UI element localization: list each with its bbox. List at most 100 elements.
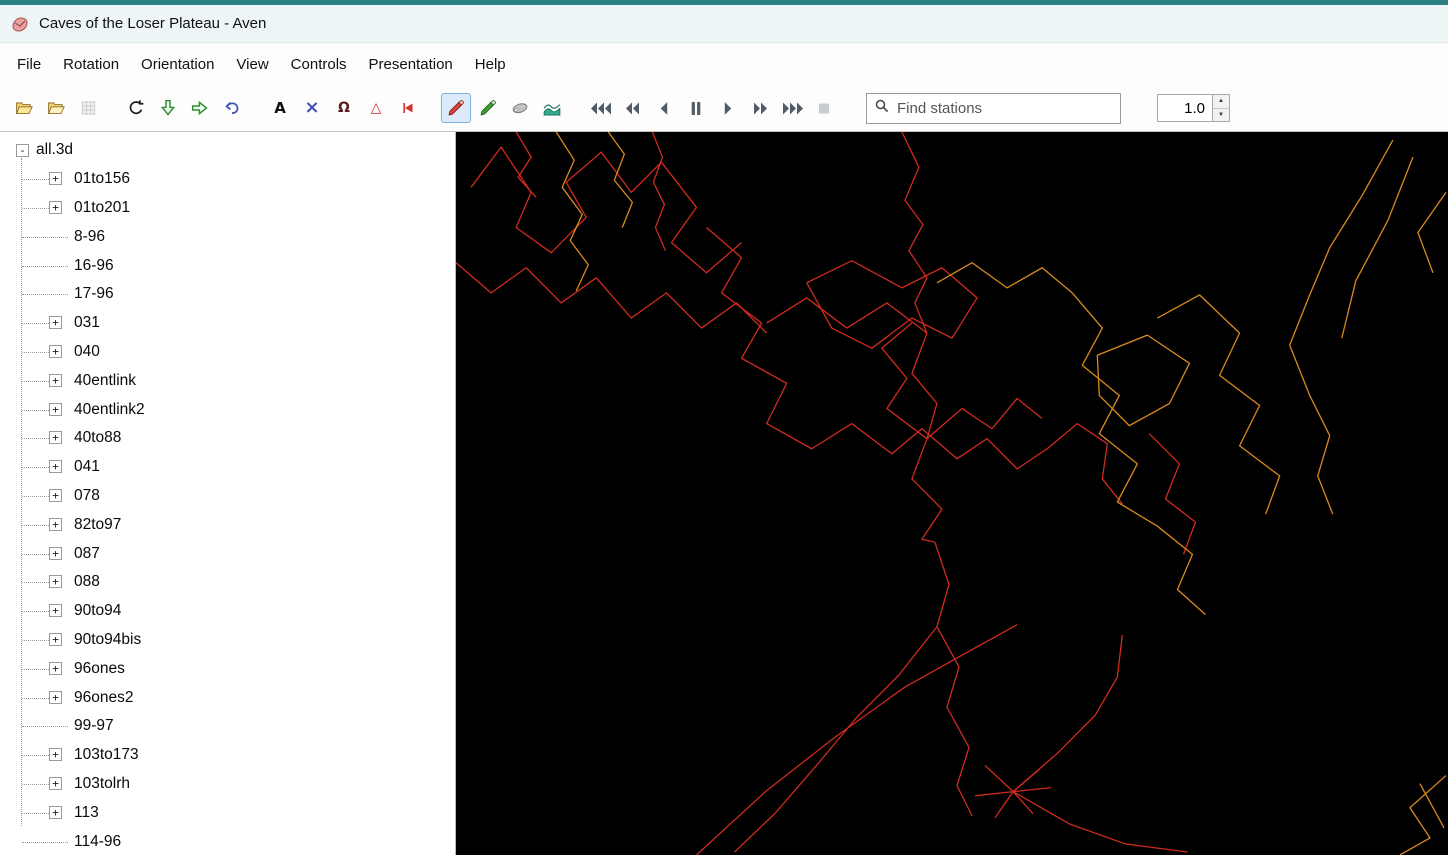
- exported-points-button[interactable]: [393, 93, 423, 123]
- fast-forward-button[interactable]: [745, 93, 775, 123]
- expand-toggle[interactable]: +: [49, 431, 62, 445]
- expand-toggle[interactable]: +: [49, 316, 62, 330]
- scale-input[interactable]: [1157, 94, 1213, 122]
- collapse-toggle[interactable]: -: [16, 143, 29, 157]
- find-stations-input[interactable]: [897, 99, 1113, 117]
- fastest-forward-button[interactable]: [777, 93, 807, 123]
- plan-view-icon: [159, 99, 177, 117]
- toolbar-separator: [104, 93, 120, 123]
- survey-tree-panel[interactable]: - all.3d +01to156 +01to201 8-96 16-96 17-96 +03…: [0, 132, 456, 855]
- menu-rotation[interactable]: Rotation: [52, 50, 130, 79]
- expand-toggle[interactable]: +: [49, 632, 62, 646]
- terrain-button[interactable]: [537, 93, 567, 123]
- expand-toggle[interactable]: +: [49, 805, 62, 819]
- tree-branch-line: [22, 783, 49, 785]
- tree-branch-line: [22, 495, 49, 497]
- tree-item-8-96[interactable]: 8-96: [0, 222, 455, 251]
- tree-item-label: 087: [74, 544, 100, 562]
- tree-item-99-97[interactable]: 99-97: [0, 712, 455, 741]
- tree-item-16-96[interactable]: 16-96: [0, 251, 455, 280]
- expand-toggle[interactable]: +: [49, 200, 62, 214]
- expand-toggle[interactable]: +: [49, 488, 62, 502]
- tree-item-label: 96ones: [74, 659, 125, 677]
- step-back-button[interactable]: [649, 93, 679, 123]
- tree-item-all.3d[interactable]: - all.3d: [0, 136, 455, 165]
- tree-item-031[interactable]: +031: [0, 309, 455, 338]
- tree-item-96ones2[interactable]: +96ones2: [0, 683, 455, 712]
- tree-item-40entlink[interactable]: +40entlink: [0, 366, 455, 395]
- tubes-button[interactable]: [505, 93, 535, 123]
- menu-view[interactable]: View: [225, 50, 279, 79]
- expand-toggle[interactable]: +: [49, 604, 62, 618]
- expand-toggle[interactable]: +: [49, 690, 62, 704]
- survey-leg: [1012, 791, 1188, 853]
- expand-toggle[interactable]: +: [49, 748, 62, 762]
- surface-legs-button[interactable]: [473, 93, 503, 123]
- expand-toggle[interactable]: +: [49, 546, 62, 560]
- plan-view-button[interactable]: [153, 93, 183, 123]
- tree-item-17-96[interactable]: 17-96: [0, 280, 455, 309]
- expand-toggle[interactable]: +: [49, 460, 62, 474]
- elevation-view-button[interactable]: [185, 93, 215, 123]
- open-file-button[interactable]: [9, 93, 39, 123]
- search-icon: [874, 98, 890, 119]
- tree-branch-line: [22, 611, 49, 613]
- survey-leg: [1157, 525, 1206, 616]
- crosses-icon: ×: [304, 97, 320, 118]
- expand-toggle[interactable]: +: [49, 776, 62, 790]
- pause-button[interactable]: [681, 93, 711, 123]
- cave-survey-canvas: [456, 132, 1447, 855]
- station-names-button[interactable]: A: [265, 93, 295, 123]
- app-icon: [10, 14, 30, 34]
- toolbar: A × Ω △ ▲ ▼: [0, 85, 1448, 131]
- tree-item-041[interactable]: +041: [0, 453, 455, 482]
- survey-leg: [1289, 139, 1394, 515]
- menu-presentation[interactable]: Presentation: [358, 50, 464, 79]
- restore-default-view-button[interactable]: [217, 93, 247, 123]
- tree-item-078[interactable]: +078: [0, 482, 455, 511]
- entrances-button[interactable]: Ω: [329, 93, 359, 123]
- fixed-points-button[interactable]: △: [361, 93, 391, 123]
- tree-item-label: 113: [74, 803, 99, 821]
- expand-toggle[interactable]: +: [49, 517, 62, 531]
- tree-item-01to201[interactable]: +01to201: [0, 194, 455, 223]
- tree-item-40to88[interactable]: +40to88: [0, 424, 455, 453]
- tree-item-82to97[interactable]: +82to97: [0, 510, 455, 539]
- tree-item-087[interactable]: +087: [0, 539, 455, 568]
- tree-item-103tolrh[interactable]: +103tolrh: [0, 770, 455, 799]
- expand-toggle[interactable]: +: [49, 373, 62, 387]
- scale-increase-button[interactable]: ▲: [1213, 95, 1229, 108]
- menu-file[interactable]: File: [6, 50, 52, 79]
- fast-rewind-button[interactable]: [585, 93, 615, 123]
- menu-orientation[interactable]: Orientation: [130, 50, 225, 79]
- tree-item-113[interactable]: +113: [0, 798, 455, 827]
- tree-branch-line: [22, 409, 49, 411]
- expand-toggle[interactable]: +: [49, 402, 62, 416]
- tree-item-90to94bis[interactable]: +90to94bis: [0, 626, 455, 655]
- tree-item-90to94[interactable]: +90to94: [0, 597, 455, 626]
- open-terrain-button[interactable]: [41, 93, 71, 123]
- expand-toggle[interactable]: +: [49, 172, 62, 186]
- tree-branch-line: [22, 236, 68, 238]
- expand-toggle[interactable]: +: [49, 661, 62, 675]
- title-bar: Caves of the Loser Plateau - Aven: [0, 5, 1448, 43]
- step-forward-button[interactable]: [713, 93, 743, 123]
- crosses-button[interactable]: ×: [297, 93, 327, 123]
- tree-item-103to173[interactable]: +103to173: [0, 741, 455, 770]
- scale-decrease-button[interactable]: ▼: [1213, 107, 1229, 122]
- expand-toggle[interactable]: +: [49, 344, 62, 358]
- tree-item-40entlink2[interactable]: +40entlink2: [0, 395, 455, 424]
- tree-item-040[interactable]: +040: [0, 338, 455, 367]
- survey-view[interactable]: [456, 132, 1448, 855]
- expand-toggle[interactable]: +: [49, 575, 62, 589]
- toggle-rotation-button[interactable]: [121, 93, 151, 123]
- tree-item-01to156[interactable]: +01to156: [0, 165, 455, 194]
- window-title: Caves of the Loser Plateau - Aven: [39, 15, 267, 32]
- tree-item-96ones[interactable]: +96ones: [0, 654, 455, 683]
- underground-legs-button[interactable]: [441, 93, 471, 123]
- menu-help[interactable]: Help: [464, 50, 517, 79]
- tree-item-088[interactable]: +088: [0, 568, 455, 597]
- rewind-button[interactable]: [617, 93, 647, 123]
- menu-controls[interactable]: Controls: [280, 50, 358, 79]
- tree-item-114-96[interactable]: 114-96: [0, 827, 455, 855]
